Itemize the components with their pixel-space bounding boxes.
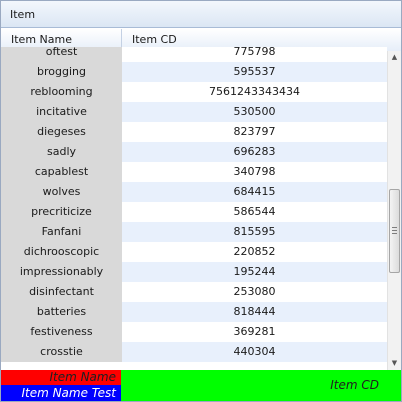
cell-item-cd[interactable]: 595537 xyxy=(122,62,387,82)
cell-item-name[interactable]: sadly xyxy=(1,142,122,162)
cell-item-name[interactable]: dichrooscopic xyxy=(1,242,122,262)
table-row[interactable]: crosstie 440304 xyxy=(1,342,387,362)
table-row[interactable]: capablest 340798 xyxy=(1,162,387,182)
cell-item-name[interactable]: impressionably xyxy=(1,262,122,282)
table-row[interactable]: sadly 696283 xyxy=(1,142,387,162)
table-row[interactable]: diegeses 823797 xyxy=(1,122,387,142)
grip-line xyxy=(392,227,397,228)
cell-item-cd[interactable]: 369281 xyxy=(122,322,387,342)
table-row[interactable]: brogging 595537 xyxy=(1,62,387,82)
arrow-up-icon[interactable]: ▲ xyxy=(388,51,401,64)
cell-item-name[interactable]: precriticize xyxy=(1,202,122,222)
cell-item-name[interactable]: reblooming xyxy=(1,82,122,102)
cell-item-cd[interactable]: 684415 xyxy=(122,182,387,202)
cell-item-name[interactable]: brogging xyxy=(1,62,122,82)
cell-item-cd[interactable]: 696283 xyxy=(122,142,387,162)
arrow-down-icon[interactable]: ▼ xyxy=(388,357,401,370)
cell-item-name[interactable]: incitative xyxy=(1,102,122,122)
cell-item-cd[interactable]: 823797 xyxy=(122,122,387,142)
grip-line xyxy=(392,233,397,234)
table-row[interactable]: dichrooscopic 220852 xyxy=(1,242,387,262)
cell-item-name[interactable]: crosstie xyxy=(1,342,122,362)
cell-item-cd[interactable]: 818444 xyxy=(122,302,387,322)
header-corner xyxy=(387,29,401,51)
cell-item-cd[interactable]: 7561243343434 xyxy=(122,82,387,102)
footer-item-cd: Item CD xyxy=(121,370,401,401)
cell-item-name[interactable]: batteries xyxy=(1,302,122,322)
cell-item-name[interactable]: diegeses xyxy=(1,122,122,142)
cell-item-cd[interactable]: 815595 xyxy=(122,222,387,242)
grip-line xyxy=(392,230,397,231)
cell-item-cd[interactable]: 440304 xyxy=(122,342,387,362)
table-row[interactable]: festiveness 369281 xyxy=(1,322,387,342)
cell-item-name[interactable]: Fanfani xyxy=(1,222,122,242)
cell-item-name[interactable]: wolves xyxy=(1,182,122,202)
table-row[interactable]: wolves 684415 xyxy=(1,182,387,202)
table-row[interactable]: Fanfani 815595 xyxy=(1,222,387,242)
cell-item-name[interactable]: capablest xyxy=(1,162,122,182)
scrollbar-thumb[interactable] xyxy=(389,189,400,273)
footer-item-name-test: Item Name Test xyxy=(1,385,121,401)
cell-item-cd[interactable]: 220852 xyxy=(122,242,387,262)
grid-window: Item Item Name Item CD oftest 775798 brogg… xyxy=(0,0,402,402)
table-row[interactable]: oftest 775798 xyxy=(1,47,387,62)
panel-title: Item xyxy=(1,1,401,28)
table-row[interactable]: batteries 818444 xyxy=(1,302,387,322)
cell-item-cd[interactable]: 195244 xyxy=(122,262,387,282)
cell-item-cd[interactable]: 530500 xyxy=(122,102,387,122)
footer-item-name: Item Name xyxy=(1,370,121,385)
grid-footer: Item Name Item Name Test Item CD xyxy=(1,370,401,401)
cell-item-name[interactable]: oftest xyxy=(1,47,122,62)
cell-item-cd[interactable]: 340798 xyxy=(122,162,387,182)
table-row[interactable]: reblooming 7561243343434 xyxy=(1,82,387,102)
table-row[interactable]: impressionably 195244 xyxy=(1,262,387,282)
table-row[interactable]: incitative 530500 xyxy=(1,102,387,122)
table-row[interactable]: disinfectant 253080 xyxy=(1,282,387,302)
cell-item-cd[interactable]: 586544 xyxy=(122,202,387,222)
cell-item-name[interactable]: disinfectant xyxy=(1,282,122,302)
cell-item-cd[interactable]: 775798 xyxy=(122,47,387,62)
table-row[interactable]: precriticize 586544 xyxy=(1,202,387,222)
cell-item-name[interactable]: festiveness xyxy=(1,322,122,342)
cell-item-cd[interactable]: 253080 xyxy=(122,282,387,302)
vertical-scrollbar[interactable]: ▲ ▼ xyxy=(387,51,401,370)
grid-body: oftest 775798 brogging 595537 reblooming 7561… xyxy=(1,47,387,370)
